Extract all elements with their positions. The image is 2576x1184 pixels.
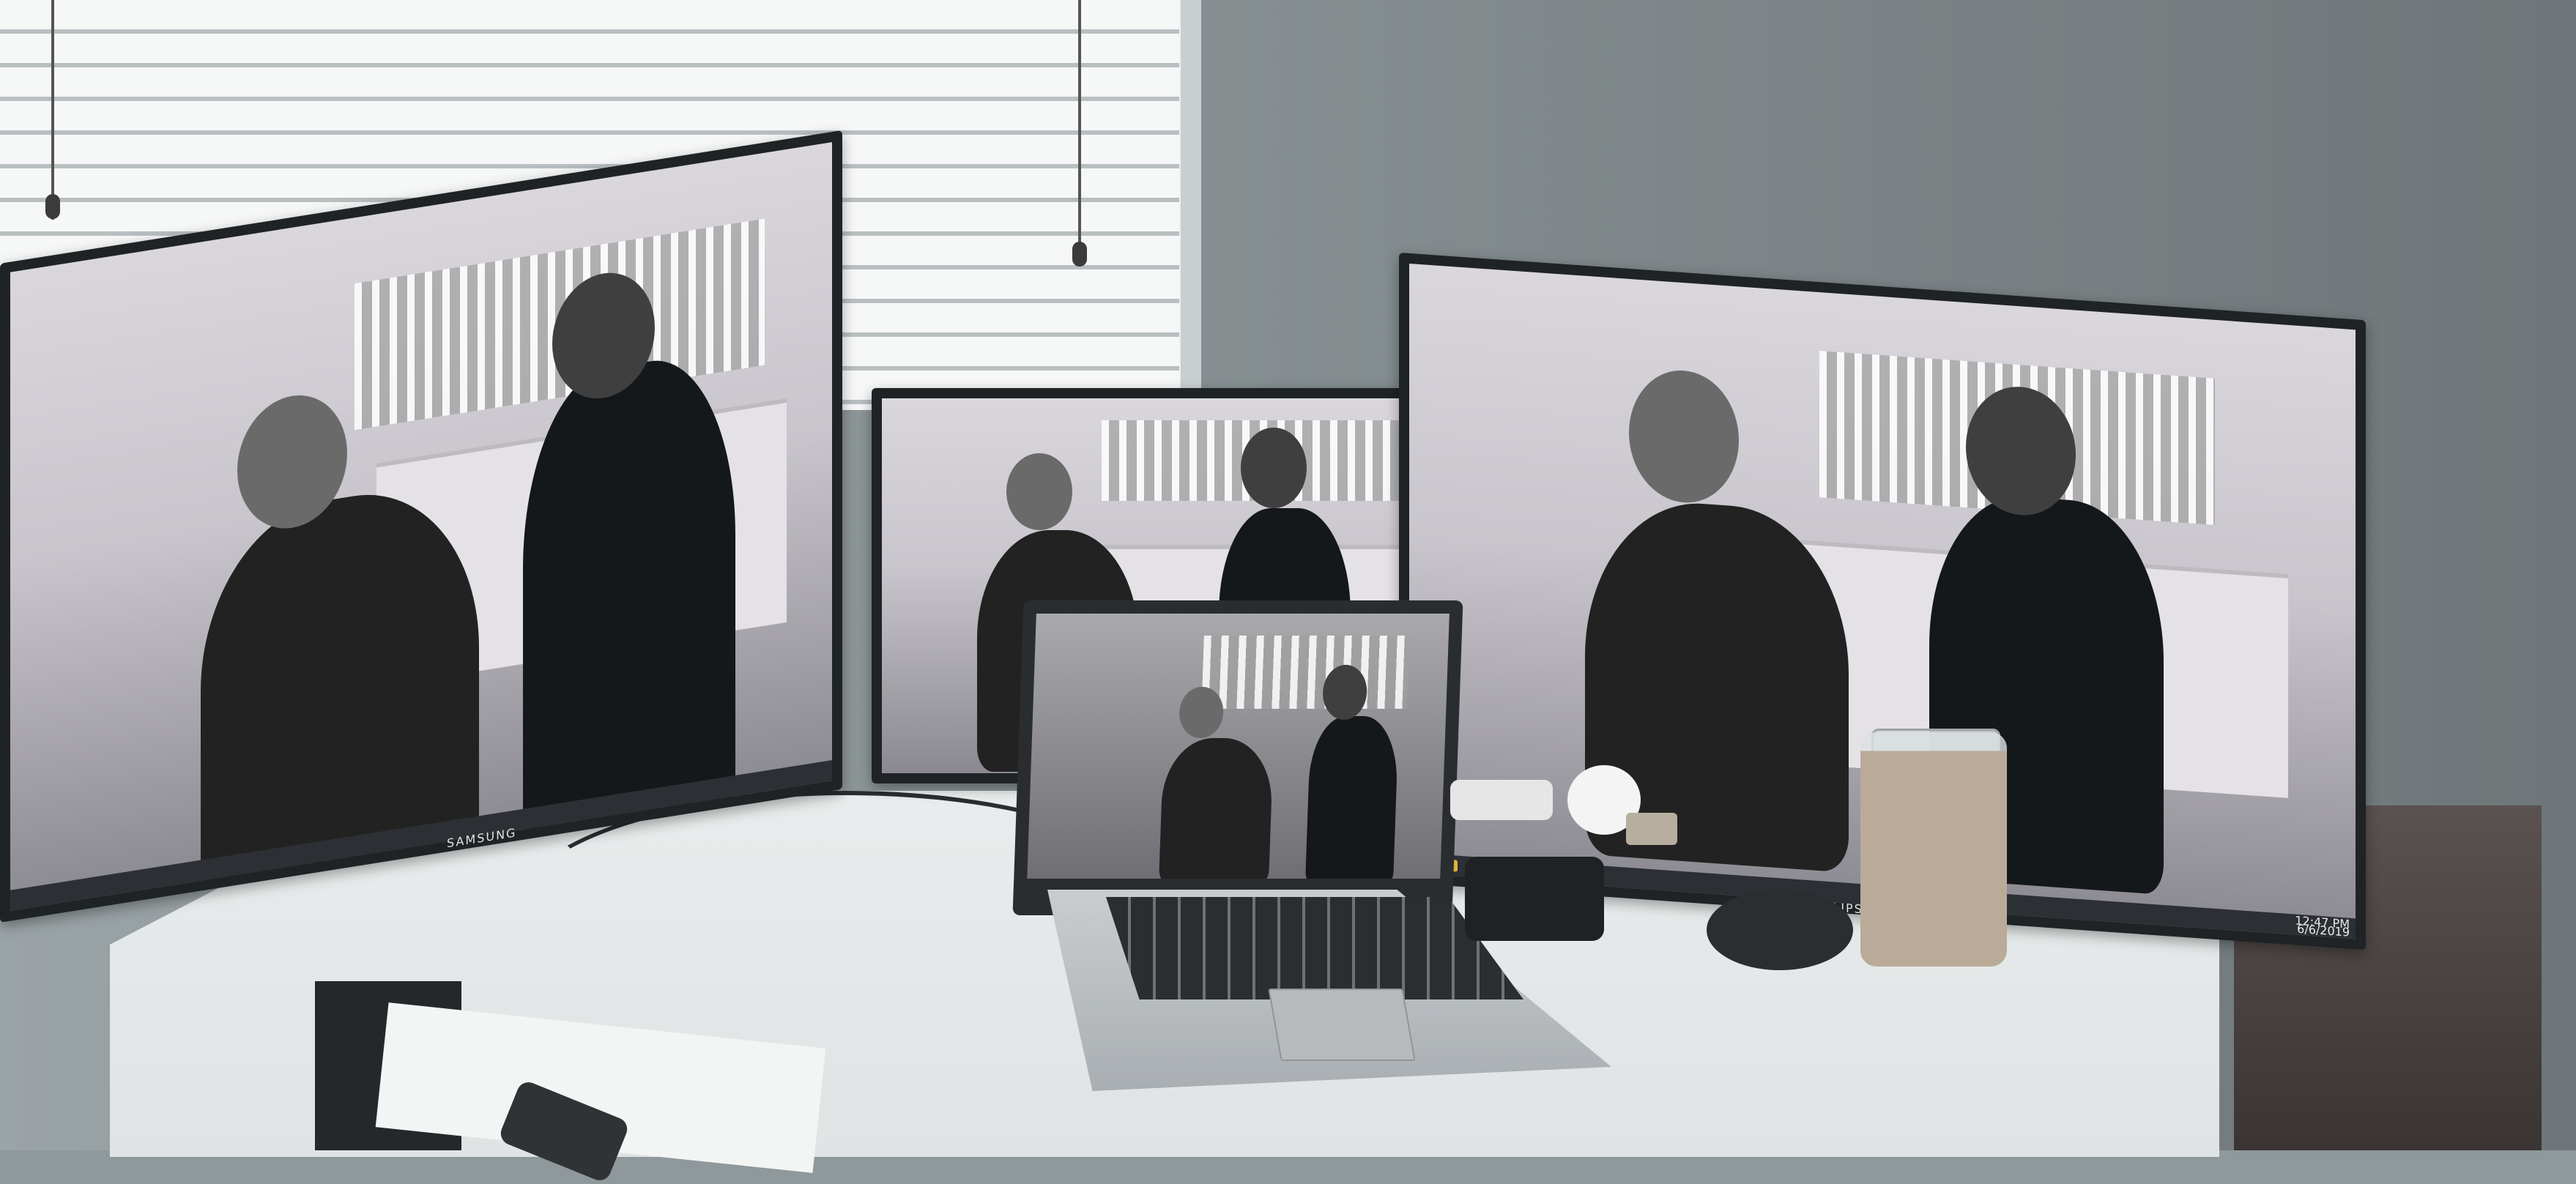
laptop-touchpad[interactable] [1268,988,1416,1061]
man-head [1321,665,1368,720]
champagne-tower [1201,636,1409,709]
light-bulb-base [1626,813,1677,845]
man-figure [523,347,735,850]
left-monitor-screen [10,142,832,911]
taskbar-clock: 12:47 PM 6/6/2019 [2295,914,2350,939]
clock-date: 6/6/2019 [2297,921,2350,939]
woman-head [1006,453,1072,530]
computer-mouse[interactable] [1707,890,1853,970]
blind-tassel [45,194,60,219]
usb-hub [1465,857,1604,941]
blind-cord [1078,0,1081,264]
laptop-screen [1027,614,1450,879]
man-figure [1304,716,1399,879]
blind-cord [51,0,54,220]
blind-tassel [1072,242,1087,267]
glass-jar [1860,732,2007,967]
woman-head [1629,366,1739,507]
woman-figure [1158,738,1274,879]
man-head [1241,428,1307,508]
charger [1450,780,1553,820]
left-monitor: SAMSUNG [0,130,842,923]
woman-head [1178,687,1225,738]
laptop-lid: hp [1012,600,1463,915]
